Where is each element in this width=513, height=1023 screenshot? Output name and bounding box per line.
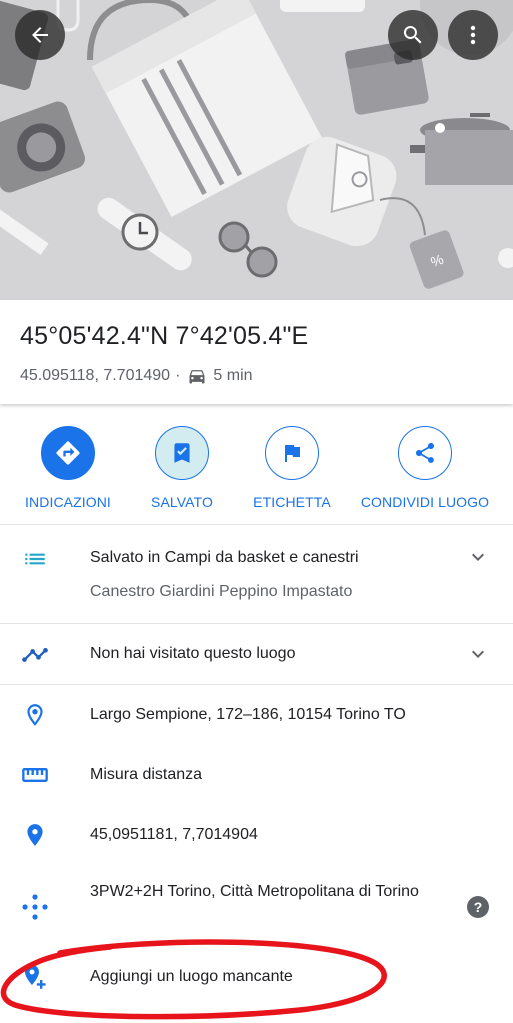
more-vert-icon — [470, 25, 476, 45]
divider — [0, 623, 513, 624]
more-options-button[interactable] — [448, 10, 498, 60]
saved-circle — [155, 426, 209, 480]
directions-label: INDICAZIONI — [25, 494, 111, 510]
place-subtitle: 45.095118, 7.701490 · 5 min — [20, 366, 253, 386]
search-icon — [403, 26, 422, 44]
directions-circle — [41, 426, 95, 480]
timeline-icon — [20, 640, 50, 670]
label-label: ETICHETTA — [253, 494, 331, 510]
place-title: 45°05'42.4"N 7°42'05.4"E — [20, 322, 309, 350]
add-missing-place-row[interactable]: Aggiungi un luogo mancante — [0, 962, 513, 998]
directions-icon — [56, 441, 80, 465]
share-circle — [398, 426, 452, 480]
coordinates-text: 45.095118, 7.701490 — [20, 367, 171, 384]
arrow-left-icon — [32, 27, 48, 43]
address-text: Largo Sempione, 172–186, 10154 Torino TO — [90, 706, 406, 723]
illustration: % — [0, 0, 513, 300]
location-pin-outline-icon — [20, 700, 50, 730]
saved-list-text: Salvato in Campi da basket e canestri — [90, 549, 359, 566]
place-photo-banner: % — [0, 0, 513, 300]
address-row[interactable]: Largo Sempione, 172–186, 10154 Torino TO — [0, 700, 513, 736]
ruler-icon — [20, 760, 50, 790]
label-circle — [265, 426, 319, 480]
decimal-coordinates-text: 45,0951181, 7,7014904 — [90, 826, 258, 843]
add-location-icon — [20, 962, 50, 992]
share-place-button[interactable]: CONDIVIDI LUOGO — [360, 426, 490, 510]
saved-label: SALVATO — [151, 494, 213, 510]
search-button[interactable] — [388, 10, 438, 60]
add-missing-place-text: Aggiungi un luogo mancante — [90, 968, 293, 985]
car-icon — [187, 366, 207, 386]
coordinates-row[interactable]: 45,0951181, 7,7014904 — [0, 820, 513, 856]
plus-code-icon — [20, 892, 50, 922]
share-place-label: CONDIVIDI LUOGO — [360, 494, 490, 510]
divider — [0, 524, 513, 525]
label-button[interactable]: ETICHETTA — [227, 426, 357, 510]
location-pin-icon — [20, 820, 50, 850]
measure-distance-text: Misura distanza — [90, 766, 203, 783]
bookmark-check-icon — [174, 443, 190, 463]
visited-text: Non hai visitato questo luogo — [90, 645, 296, 662]
directions-button[interactable]: INDICAZIONI — [3, 426, 133, 510]
divider — [0, 684, 513, 685]
plus-code-row[interactable]: 3PW2+2H Torino, Città Metropolitana di T… — [0, 876, 513, 938]
back-button[interactable] — [15, 10, 65, 60]
chevron-down-icon[interactable] — [466, 642, 490, 666]
action-bar: INDICAZIONI SALVATO ETICHETTA CONDIVIDI … — [0, 426, 513, 524]
list-icon — [20, 544, 50, 574]
visited-row[interactable]: Non hai visitato questo luogo — [0, 636, 513, 680]
separator: · — [175, 367, 181, 384]
chevron-down-icon[interactable] — [466, 545, 490, 569]
travel-time: 5 min — [213, 367, 253, 384]
share-icon — [416, 443, 434, 463]
flag-icon — [285, 445, 300, 462]
saved-list-row[interactable]: Salvato in Campi da basket e canestri Ca… — [0, 540, 513, 620]
help-icon[interactable]: ? — [467, 896, 489, 918]
saved-note-text: Canestro Giardini Peppino Impastato — [90, 583, 353, 600]
place-header: 45°05'42.4"N 7°42'05.4"E 45.095118, 7.70… — [0, 300, 513, 404]
plus-code-text: 3PW2+2H Torino, Città Metropolitana di T… — [90, 883, 419, 900]
measure-distance-row[interactable]: Misura distanza — [0, 760, 513, 796]
